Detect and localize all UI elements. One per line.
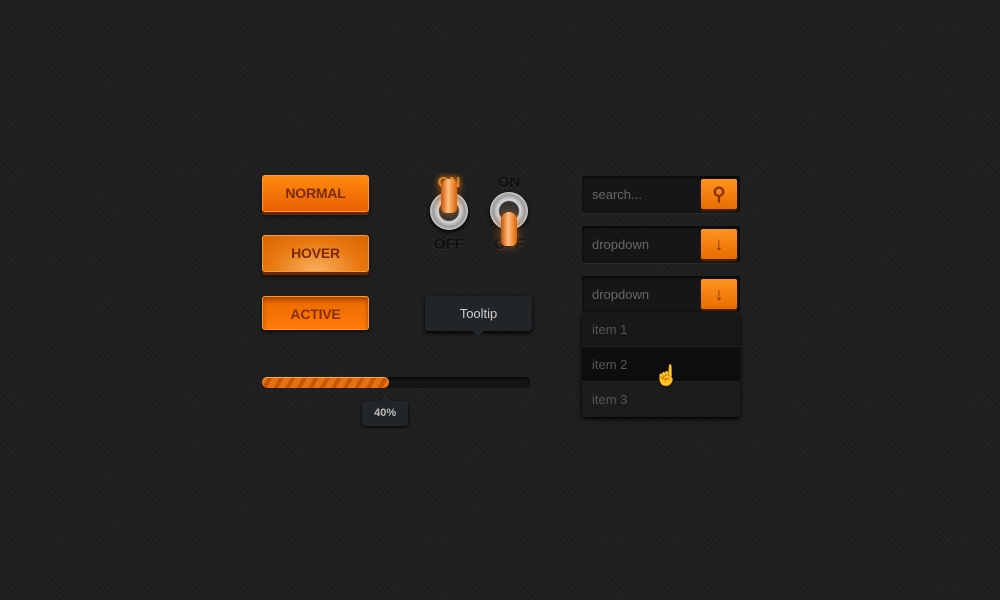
dropdown-open[interactable]: dropdown ↓ <box>582 276 740 313</box>
arrow-down-icon: ↓ <box>714 234 724 254</box>
dropdown-button[interactable]: ↓ <box>701 229 737 259</box>
dropdown-label: dropdown <box>592 287 650 302</box>
progress-fill <box>262 377 390 388</box>
arrow-down-icon: ↓ <box>714 284 724 304</box>
dropdown-button[interactable]: ↓ <box>701 279 737 309</box>
dropdown-item[interactable]: item 1 <box>582 312 740 347</box>
search-input[interactable]: search... <box>592 187 642 202</box>
hand-cursor-icon: ☝ <box>654 365 679 387</box>
toggle-lever[interactable] <box>441 179 457 213</box>
active-button[interactable]: ACTIVE <box>262 296 369 330</box>
toggle-lever[interactable] <box>501 212 517 246</box>
search-field[interactable]: search... ⚲ <box>582 176 740 213</box>
progress-label: 40% <box>362 396 409 426</box>
toggle-on-label: ON <box>497 174 521 191</box>
tooltip: Tooltip <box>425 296 532 337</box>
search-icon: ⚲ <box>712 184 726 204</box>
dropdown-closed[interactable]: dropdown ↓ <box>582 226 740 263</box>
toggle-switch-on[interactable]: ON OFF <box>429 174 469 254</box>
dropdown-label: dropdown <box>592 237 650 252</box>
progress-bar <box>262 377 530 388</box>
normal-button[interactable]: NORMAL <box>262 175 369 212</box>
toggle-switch-off[interactable]: ON OFF <box>489 174 529 254</box>
hover-button[interactable]: HOVER <box>262 235 369 272</box>
toggle-off-label: OFF <box>434 236 464 253</box>
search-button[interactable]: ⚲ <box>701 179 737 209</box>
